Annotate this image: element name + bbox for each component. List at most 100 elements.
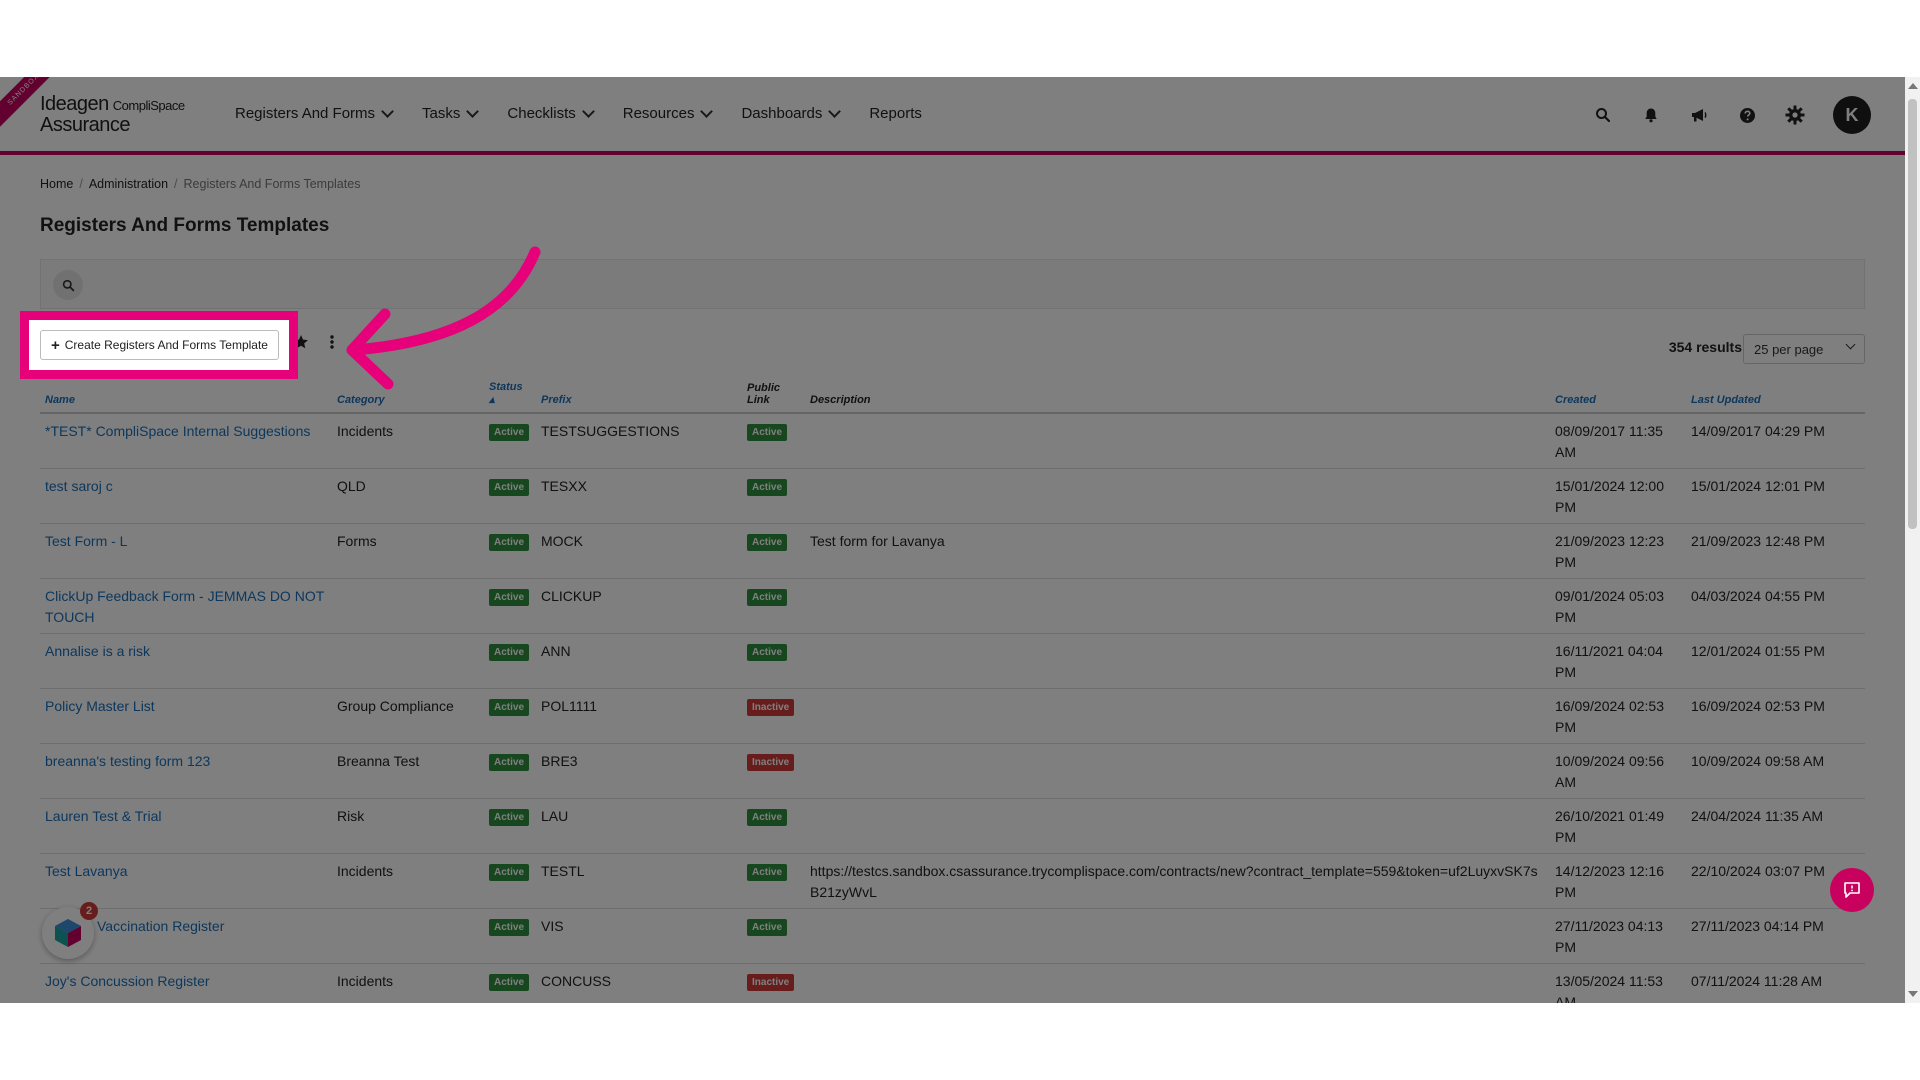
template-name-link[interactable]: Vaccination Register <box>97 918 224 934</box>
template-name-link[interactable]: Lauren Test & Trial <box>45 808 161 824</box>
page-scrollbar[interactable] <box>1905 77 1920 1003</box>
filter-search-bar[interactable] <box>40 259 1865 309</box>
table-row: Test Lavanya Incidents Active TESTL Acti… <box>40 853 1865 909</box>
breadcrumb-separator: / <box>79 177 83 191</box>
scroll-up-arrow-icon[interactable] <box>1908 83 1918 89</box>
nav-registers-and-forms[interactable]: Registers And Forms <box>235 104 394 122</box>
template-name-link[interactable]: Annalise is a risk <box>45 643 150 659</box>
template-name-link[interactable]: Policy Master List <box>45 698 155 714</box>
template-name-link[interactable]: ClickUp Feedback Form - JEMMAS DO NOT TO… <box>45 588 324 625</box>
nav-tasks[interactable]: Tasks <box>422 104 480 122</box>
public-link-badge: Active <box>747 478 788 496</box>
updated-cell: 15/01/2024 12:01 PM <box>1686 468 1865 524</box>
header-created[interactable]: Created <box>1550 377 1686 414</box>
tutorial-arrow-icon <box>346 246 541 390</box>
description-cell <box>805 743 1550 799</box>
created-cell: 27/11/2023 04:13 PM <box>1550 908 1686 964</box>
public-link-badge: Inactive <box>747 698 795 716</box>
category-cell: Incidents <box>332 413 484 469</box>
created-cell: 10/09/2024 09:56 AM <box>1550 743 1686 799</box>
scroll-thumb[interactable] <box>1908 99 1917 529</box>
header-description: Description <box>805 377 1550 414</box>
nav-dashboards[interactable]: Dashboards <box>741 104 842 122</box>
updated-cell: 04/03/2024 04:55 PM <box>1686 578 1865 634</box>
nav-resources[interactable]: Resources <box>623 104 714 122</box>
tutorial-highlight-box <box>20 311 298 379</box>
prefix-cell: CLICKUP <box>536 578 742 634</box>
logo[interactable]: Ideagen CompliSpace Assurance <box>40 93 185 137</box>
description-cell: https://testcs.sandbox.csassurance.tryco… <box>805 853 1550 909</box>
gear-icon[interactable] <box>1785 105 1805 125</box>
description-cell: Test form for Lavanya <box>805 523 1550 579</box>
scroll-down-arrow-icon[interactable] <box>1908 991 1918 997</box>
updated-cell: 16/09/2024 02:53 PM <box>1686 688 1865 744</box>
help-icon[interactable] <box>1737 105 1757 125</box>
search-icon[interactable] <box>53 270 83 300</box>
status-badge: Active <box>489 588 530 606</box>
description-cell <box>805 963 1550 1003</box>
chat-icon <box>1844 882 1860 898</box>
description-cell <box>805 688 1550 744</box>
public-link-badge: Active <box>747 643 788 661</box>
prefix-cell: POL1111 <box>536 688 742 744</box>
created-cell: 26/10/2021 01:49 PM <box>1550 798 1686 854</box>
header-name[interactable]: Name <box>40 377 332 414</box>
search-icon[interactable] <box>1593 105 1613 125</box>
help-widget[interactable]: 2 <box>42 902 98 959</box>
breadcrumb-separator: / <box>174 177 178 191</box>
category-cell <box>332 578 484 634</box>
prefix-cell: TESTSUGGESTIONS <box>536 413 742 469</box>
status-badge: Active <box>489 643 530 661</box>
prefix-cell: CONCUSS <box>536 963 742 1003</box>
table-row: *TEST* CompliSpace Internal Suggestions … <box>40 413 1865 469</box>
page-title: Registers And Forms Templates <box>40 215 330 236</box>
category-cell: QLD <box>332 468 484 524</box>
template-name-link[interactable]: *TEST* CompliSpace Internal Suggestions <box>45 423 310 439</box>
prefix-cell: TESTL <box>536 853 742 909</box>
breadcrumb-current: Registers And Forms Templates <box>183 177 361 191</box>
description-cell <box>805 908 1550 964</box>
template-name-link[interactable]: Joy's Concussion Register <box>45 973 210 989</box>
updated-cell: 21/09/2023 12:48 PM <box>1686 523 1865 579</box>
breadcrumb: Home / Administration / Registers And Fo… <box>40 177 360 191</box>
nav-reports[interactable]: Reports <box>869 105 922 122</box>
nav-checklists[interactable]: Checklists <box>507 104 595 122</box>
updated-cell: 12/01/2024 01:55 PM <box>1686 633 1865 689</box>
created-cell: 08/09/2017 11:35 AM <box>1550 413 1686 469</box>
updated-cell: 10/09/2024 09:58 AM <box>1686 743 1865 799</box>
public-link-badge: Inactive <box>747 753 795 771</box>
per-page-select[interactable]: 25 per page <box>1743 334 1865 364</box>
category-cell <box>332 908 484 964</box>
breadcrumb-administration[interactable]: Administration <box>89 177 168 191</box>
status-badge: Active <box>489 478 530 496</box>
breadcrumb-home[interactable]: Home <box>40 177 73 191</box>
public-link-badge: Active <box>747 808 788 826</box>
templates-table: Name Category Status ▴ Prefix Public Link… <box>40 377 1865 1003</box>
table-row: test saroj c QLD Active TESXX Active 15/… <box>40 468 1865 524</box>
created-cell: 13/05/2024 11:53 AM <box>1550 963 1686 1003</box>
public-link-badge: Active <box>747 863 788 881</box>
template-name-link[interactable]: Test Form - L <box>45 533 127 549</box>
main-menu: Registers And Forms Tasks Checklists Res… <box>235 104 922 122</box>
cube-icon <box>55 919 81 947</box>
created-cell: 15/01/2024 12:00 PM <box>1550 468 1686 524</box>
header-public-link: Public Link <box>742 377 805 414</box>
template-name-link[interactable]: test saroj c <box>45 478 113 494</box>
results-count: 354 results <box>1668 339 1742 355</box>
megaphone-icon[interactable] <box>1689 105 1709 125</box>
created-cell: 16/09/2024 02:53 PM <box>1550 688 1686 744</box>
created-cell: 14/12/2023 12:16 PM <box>1550 853 1686 909</box>
logo-brand: Ideagen <box>40 93 109 115</box>
bell-icon[interactable] <box>1641 105 1661 125</box>
header-prefix[interactable]: Prefix <box>536 377 742 414</box>
chevron-down-icon <box>381 104 394 118</box>
chat-button[interactable] <box>1830 868 1874 912</box>
category-cell: Incidents <box>332 853 484 909</box>
category-cell: Risk <box>332 798 484 854</box>
logo-sub: CompliSpace <box>112 98 185 113</box>
template-name-link[interactable]: Test Lavanya <box>45 863 128 879</box>
header-last-updated[interactable]: Last Updated <box>1686 377 1865 414</box>
template-name-link[interactable]: breanna's testing form 123 <box>45 753 210 769</box>
user-avatar[interactable]: K <box>1833 96 1871 134</box>
table-row: Lauren Test & Trial Risk Active LAU Acti… <box>40 798 1865 854</box>
